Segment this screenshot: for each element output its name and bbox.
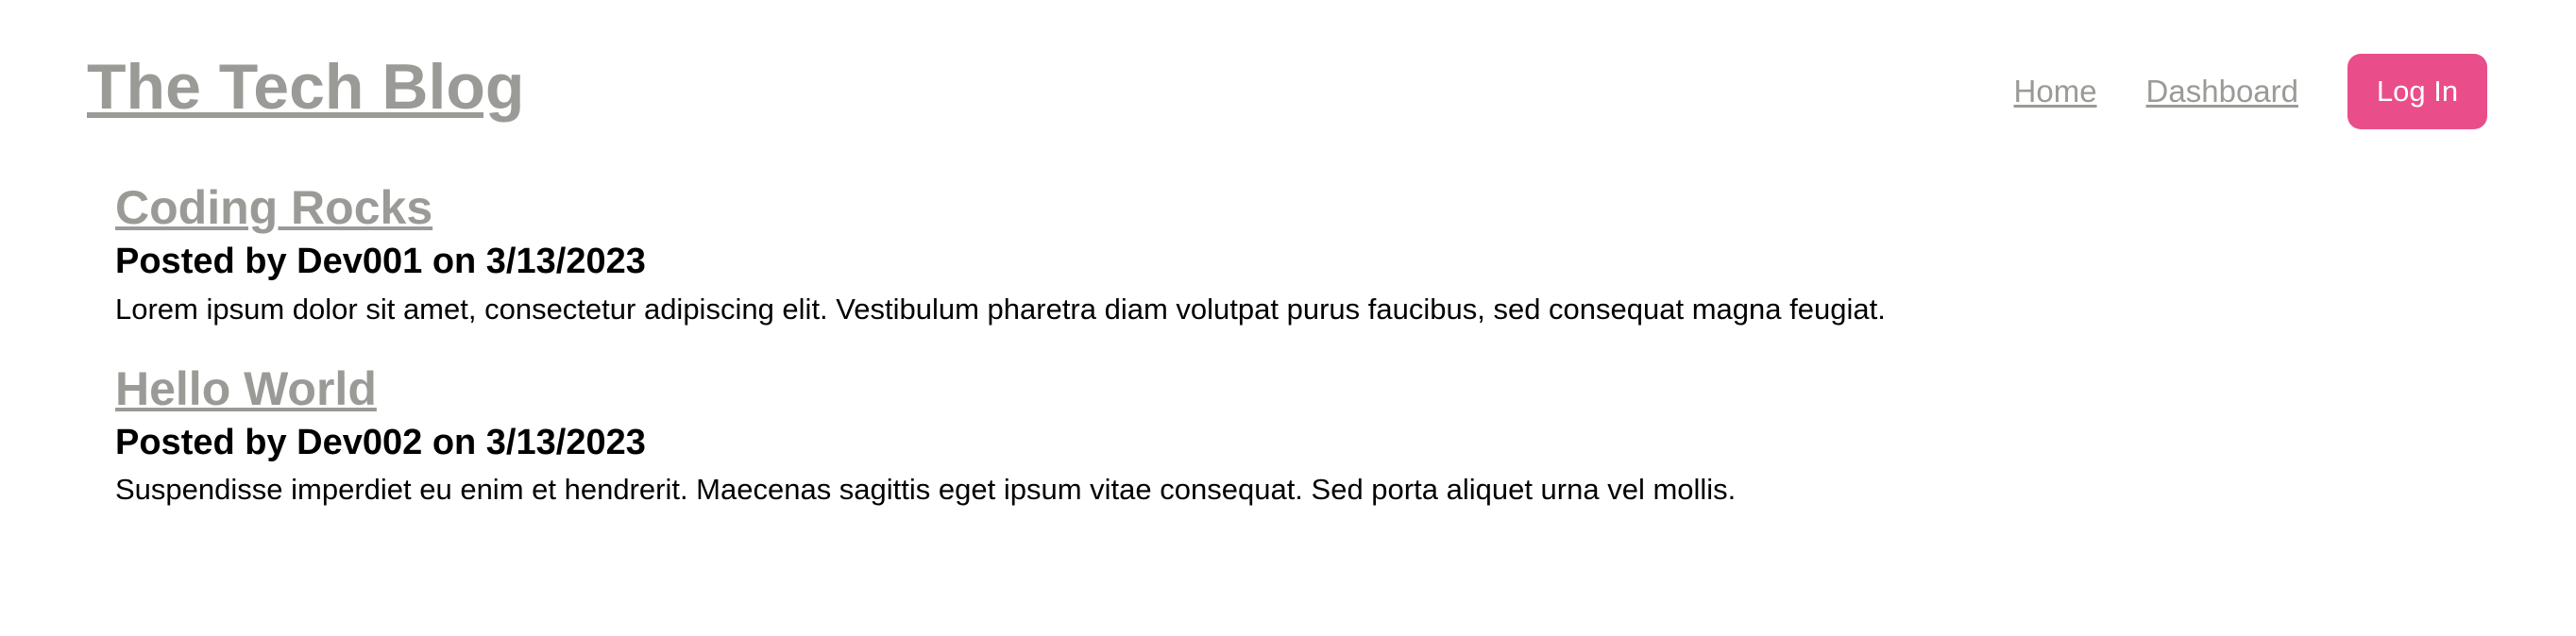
post-body: Suspendisse imperdiet eu enim et hendrer… xyxy=(115,473,1737,507)
post-list: Coding Rocks Posted by Dev001 on 3/13/20… xyxy=(115,179,2457,542)
post-meta: Posted by Dev001 on 3/13/2023 xyxy=(115,242,646,281)
post-title-link[interactable]: Coding Rocks xyxy=(115,179,432,236)
main-nav: Home Dashboard Log In xyxy=(2014,54,2487,129)
site-header: The Tech Blog Home Dashboard Log In xyxy=(0,0,2576,151)
post-item: Hello World Posted by Dev002 on 3/13/202… xyxy=(115,360,2457,510)
post-title-link[interactable]: Hello World xyxy=(115,360,377,417)
post-body: Lorem ipsum dolor sit amet, consectetur … xyxy=(115,292,1886,326)
site-title-link[interactable]: The Tech Blog xyxy=(87,49,524,126)
post-item: Coding Rocks Posted by Dev001 on 3/13/20… xyxy=(115,179,2457,329)
login-button[interactable]: Log In xyxy=(2347,54,2487,129)
nav-dashboard-link[interactable]: Dashboard xyxy=(2146,74,2298,109)
post-meta: Posted by Dev002 on 3/13/2023 xyxy=(115,422,646,462)
nav-home-link[interactable]: Home xyxy=(2014,74,2097,109)
